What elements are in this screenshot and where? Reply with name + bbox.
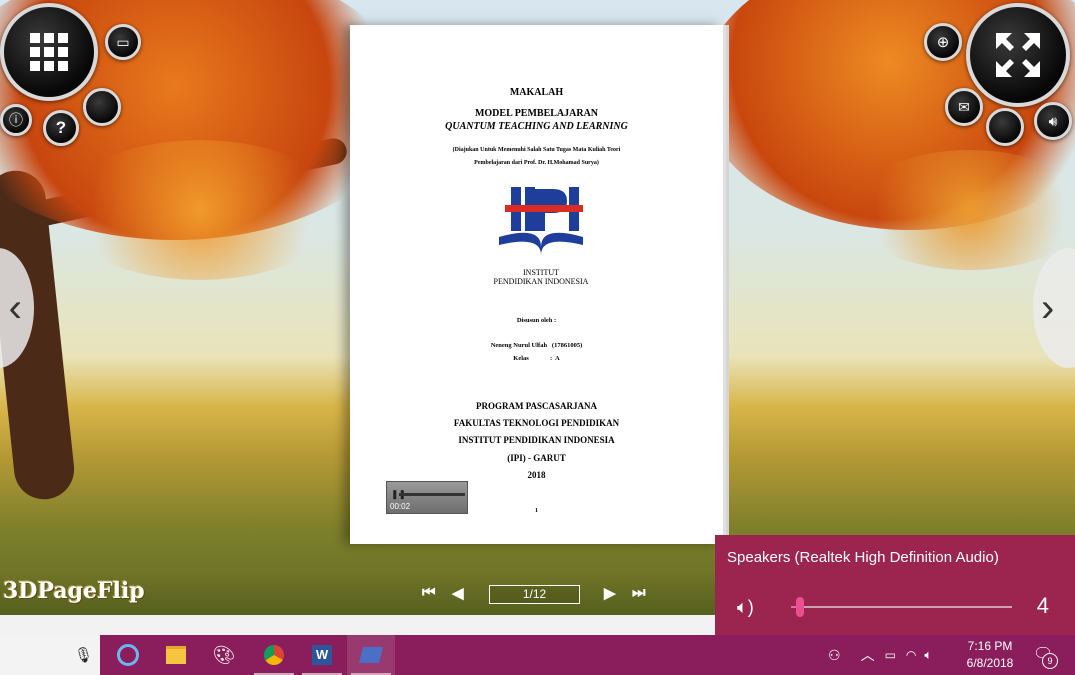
fullscreen-button[interactable] (966, 3, 1070, 107)
email-button[interactable]: ✉ (945, 88, 983, 126)
cortana-icon (117, 644, 139, 666)
info-icon: ⓘ (9, 112, 23, 128)
fullscreen-icon (996, 33, 1040, 77)
chevron-left-icon: ‹ (8, 285, 22, 330)
flipbook-button[interactable] (347, 635, 395, 675)
first-page-icon[interactable]: ⏮︎ (422, 584, 436, 601)
page-number-input[interactable]: 1/12 (489, 585, 580, 604)
paint-button[interactable]: 🎨︎ (200, 635, 248, 675)
action-center-button[interactable]: 🗨︎ 9 (1030, 635, 1070, 675)
page-heading: MAKALAH (509, 87, 564, 98)
author-line: Neneng Nurul Ulfah (17861005) (490, 342, 583, 349)
audio-device-name[interactable]: Speakers (Realtek High Definition Audio) (727, 549, 999, 566)
page-title-line2: QUANTUM TEACHING AND LEARNING (445, 121, 628, 132)
share-button[interactable] (986, 108, 1024, 146)
page-purpose-line1: (Diajukan Untuk Memenuhi Salah Satu Tuga… (452, 147, 621, 153)
zoom-icon: ⊕ (936, 34, 950, 51)
taskbar: 🎙︎ 🎨︎ W ⚇ ︿ ▭ ◠ 🔈︎ 7:16 PM 6/8/2018 🗨︎ 9 (0, 635, 1075, 675)
chrome-icon (264, 645, 284, 665)
sound-button[interactable]: 🔊︎ (1034, 102, 1072, 140)
paint-palette-icon: 🎨︎ (212, 644, 236, 665)
audio-time: 00:02 (390, 502, 411, 511)
last-page-icon[interactable]: ⏭︎ (632, 584, 646, 601)
word-icon: W (312, 645, 332, 665)
book-icon (358, 647, 384, 663)
chevron-right-icon: › (1041, 285, 1055, 330)
zoom-in-button[interactable]: ⊕ (924, 23, 962, 61)
authored-by: Disusun oleh : (516, 317, 557, 324)
volume-slider[interactable] (791, 606, 1012, 608)
microphone-icon[interactable]: 🎙︎ (74, 646, 93, 664)
next-page-icon[interactable]: ▶︎ (604, 584, 616, 602)
page-purpose-line2: Pembelajaran dari Prof. Dr. H.Mohamad Su… (474, 160, 599, 166)
file-explorer-button[interactable] (152, 635, 200, 675)
ipi-logo: INSTITUT PENDIDIKAN INDONESIA (485, 177, 597, 289)
foliage (60, 140, 340, 280)
brand-logo: 3DPageFlip (3, 578, 145, 604)
speaker-icon: 🔊︎ (1048, 112, 1058, 129)
help-button[interactable]: ? (43, 110, 79, 146)
wifi-icon[interactable]: ◠ (906, 648, 916, 662)
volume-slider-thumb[interactable] (795, 597, 804, 617)
clock[interactable]: 7:16 PM 6/8/2018 (962, 638, 1018, 672)
footer-line4: (IPI) - GARUT (507, 453, 566, 463)
footer-line1: PROGRAM PASCASARJANA (475, 401, 598, 411)
info-button[interactable]: ⓘ (0, 104, 32, 136)
more-button[interactable] (83, 88, 121, 126)
print-icon: ▭ (116, 33, 130, 50)
foliage (850, 150, 1075, 270)
ipi-logo-mark (499, 187, 583, 255)
volume-icon[interactable]: 🔈︎ (924, 647, 932, 663)
clock-date: 6/8/2018 (966, 656, 1014, 670)
chevron-up-icon[interactable]: ︿ (861, 645, 875, 665)
volume-flyout: Speakers (Realtek High Definition Audio)… (715, 535, 1075, 635)
chrome-button[interactable] (250, 635, 298, 675)
system-tray: ⚇ ︿ ▭ ◠ 🔈︎ (828, 635, 932, 675)
logo-caption-1: INSTITUT (523, 268, 559, 277)
notification-badge: 9 (1042, 653, 1058, 669)
logo-caption-2: PENDIDIKAN INDONESIA (493, 277, 589, 286)
footer-line2: FAKULTAS TEKNOLOGI PENDIDIKAN (453, 418, 620, 428)
footer-line3: INSTITUT PENDIDIKAN INDONESIA (458, 435, 615, 445)
book-page: MAKALAH MODEL PEMBELAJARAN QUANTUM TEACH… (350, 25, 723, 544)
battery-icon[interactable]: ▭ (885, 648, 896, 662)
cortana-button[interactable] (104, 635, 152, 675)
prev-page-icon[interactable]: ◀︎ (452, 584, 464, 602)
email-icon: ✉ (958, 98, 970, 115)
folder-icon (166, 646, 186, 664)
grid-icon (30, 33, 68, 71)
word-button[interactable]: W (298, 635, 346, 675)
clock-time: 7:16 PM (967, 639, 1013, 653)
footer-line5: 2018 (527, 470, 546, 480)
people-icon[interactable]: ⚇ (828, 647, 841, 664)
thumbnails-button[interactable] (0, 3, 98, 101)
audio-player[interactable]: ❚❚ 00:02 (386, 481, 468, 514)
speaker-volume-icon[interactable]: 🔈︎) (737, 597, 754, 618)
volume-level: 4 (1036, 593, 1049, 618)
search-box-area[interactable]: 🎙︎ (0, 635, 100, 675)
class-line: Kelas : A (513, 355, 560, 362)
page-title-line1: MODEL PEMBELAJARAN (474, 108, 599, 119)
print-button[interactable]: ▭ (105, 24, 141, 60)
help-icon: ? (55, 118, 67, 137)
audio-progress-bar[interactable] (399, 493, 465, 496)
